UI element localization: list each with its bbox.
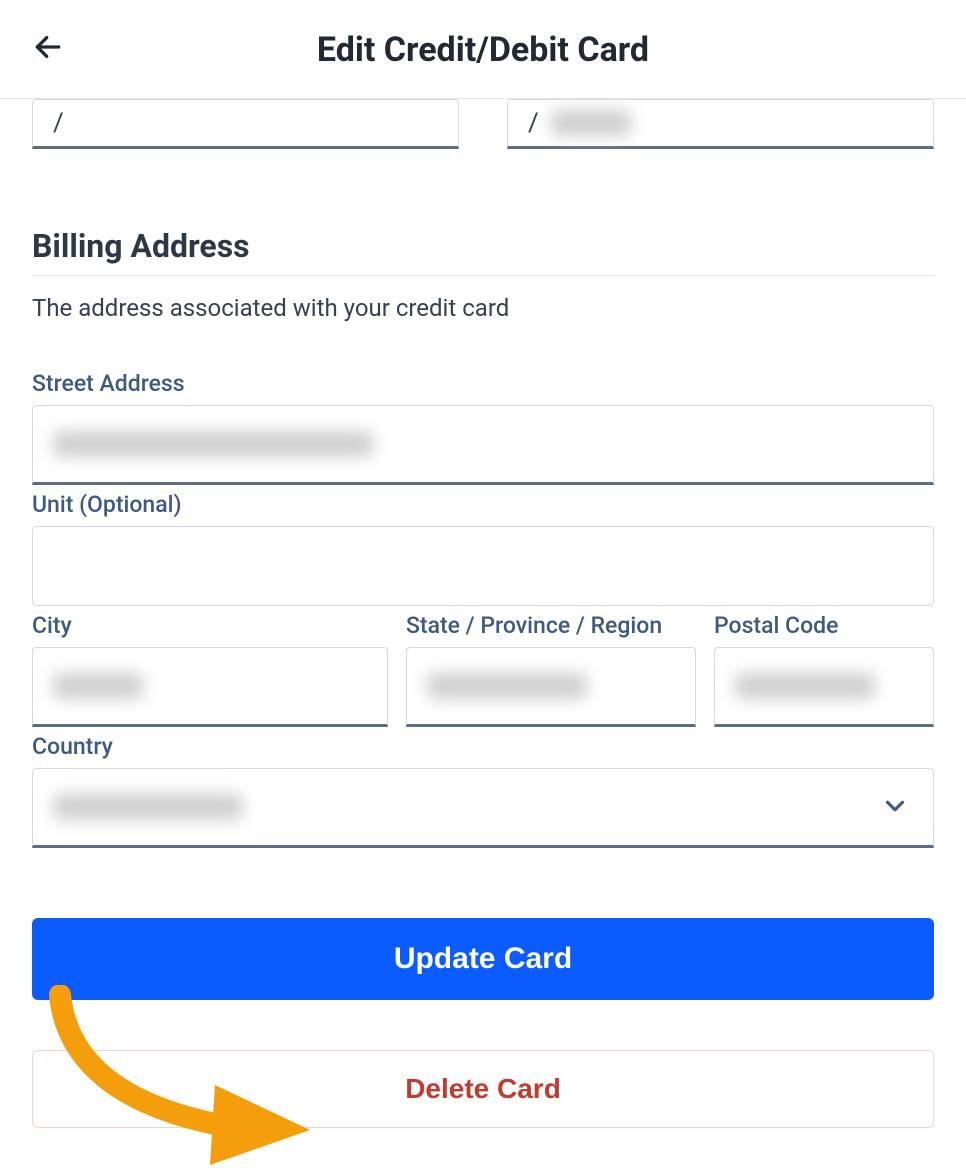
card-meta-row: / /: [0, 99, 966, 149]
city-state-postal-row: City State / Province / Region Postal Co…: [32, 612, 934, 727]
country-select[interactable]: [32, 768, 934, 848]
street-group: Street Address: [32, 370, 934, 485]
update-card-button[interactable]: Update Card: [32, 918, 934, 1000]
street-label: Street Address: [32, 370, 934, 397]
unit-group: Unit (Optional): [32, 491, 934, 606]
state-input[interactable]: [406, 647, 696, 727]
page-title: Edit Credit/Debit Card: [32, 30, 934, 70]
state-value-redacted: [427, 673, 587, 699]
billing-section: Billing Address The address associated w…: [0, 227, 966, 1128]
street-input[interactable]: [32, 405, 934, 485]
city-group: City: [32, 612, 388, 727]
city-input[interactable]: [32, 647, 388, 727]
expiry-separator: /: [53, 108, 64, 138]
cvv-value-redacted: [551, 110, 631, 136]
cvv-separator: /: [528, 108, 539, 138]
billing-heading: Billing Address: [32, 227, 934, 276]
unit-label: Unit (Optional): [32, 491, 934, 518]
delete-card-button[interactable]: Delete Card: [32, 1050, 934, 1128]
state-group: State / Province / Region: [406, 612, 696, 727]
back-icon[interactable]: [32, 31, 64, 67]
country-group: Country: [32, 733, 934, 848]
country-value-redacted: [53, 794, 243, 820]
country-label: Country: [32, 733, 934, 760]
city-value-redacted: [53, 673, 143, 699]
postal-group: Postal Code: [714, 612, 934, 727]
billing-subtitle: The address associated with your credit …: [32, 294, 934, 322]
state-label: State / Province / Region: [406, 612, 696, 639]
city-label: City: [32, 612, 388, 639]
postal-label: Postal Code: [714, 612, 934, 639]
street-value-redacted: [53, 431, 373, 457]
postal-input[interactable]: [714, 647, 934, 727]
cvv-field[interactable]: /: [507, 99, 934, 149]
postal-value-redacted: [735, 673, 875, 699]
header: Edit Credit/Debit Card: [0, 0, 966, 99]
unit-input[interactable]: [32, 526, 934, 606]
expiry-field[interactable]: /: [32, 99, 459, 149]
